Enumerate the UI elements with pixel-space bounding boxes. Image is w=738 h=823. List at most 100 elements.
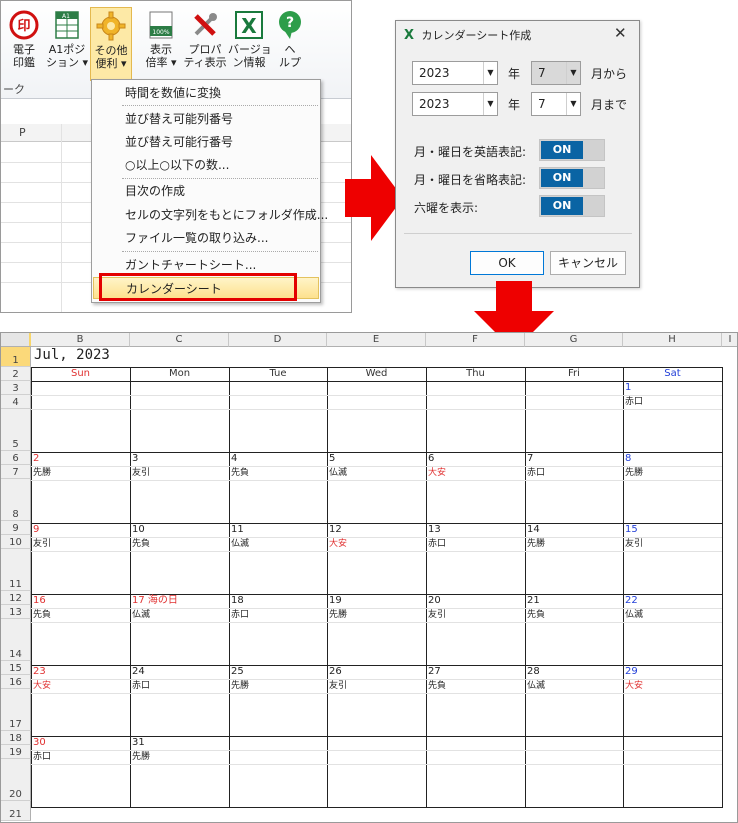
- row-header-4[interactable]: 4: [1, 395, 31, 409]
- row-header-17[interactable]: 17: [1, 689, 31, 731]
- row-header-19[interactable]: 19: [1, 745, 31, 759]
- row-header-21[interactable]: 21: [1, 801, 31, 821]
- calendar-date[interactable]: 12: [329, 524, 342, 536]
- calendar-date[interactable]: 26: [329, 666, 342, 678]
- row-header-7[interactable]: 7: [1, 465, 31, 479]
- row-header-8[interactable]: 8: [1, 479, 31, 521]
- calendar-date[interactable]: 6: [428, 453, 434, 465]
- zoom-button[interactable]: 100% 表示 倍率 ▾: [141, 7, 181, 81]
- calendar-date[interactable]: 17 海の日: [132, 595, 178, 607]
- calendar-date[interactable]: 28: [527, 666, 540, 678]
- calendar-date[interactable]: 14: [527, 524, 540, 536]
- calendar-date[interactable]: 15: [625, 524, 638, 536]
- row-header-2[interactable]: 2: [1, 367, 31, 381]
- end-year-select[interactable]: 2023 ▼: [412, 92, 498, 116]
- calendar-date[interactable]: 5: [329, 453, 335, 465]
- rokuyo-label: 友引: [132, 468, 151, 478]
- start-month-select[interactable]: 7 ▼: [531, 61, 581, 85]
- calendar-date[interactable]: 18: [231, 595, 244, 607]
- menu-item-time-to-number[interactable]: 時間を数値に変換: [93, 82, 319, 104]
- row-header-20[interactable]: 20: [1, 759, 31, 801]
- calendar-date[interactable]: 10: [132, 524, 145, 536]
- rokuyo-label: 大安: [33, 681, 52, 691]
- version-button[interactable]: X バージョ ン情報: [228, 7, 272, 81]
- row-header-1[interactable]: 1: [1, 347, 31, 367]
- property-label-1: プロパ: [188, 43, 222, 56]
- calendar-date[interactable]: 16: [33, 595, 46, 607]
- calendar-date[interactable]: 13: [428, 524, 441, 536]
- calendar-date[interactable]: 21: [527, 595, 540, 607]
- row-header-13[interactable]: 13: [1, 605, 31, 619]
- row-header-11[interactable]: 11: [1, 549, 31, 591]
- calendar-date[interactable]: 3: [132, 453, 138, 465]
- column-header-g[interactable]: G: [525, 333, 623, 347]
- row-header-5[interactable]: 5: [1, 409, 31, 451]
- to-label: 月まで: [591, 98, 628, 112]
- menu-item-sortable-row-number[interactable]: 並び替え可能行番号: [93, 131, 319, 153]
- svg-text:印: 印: [17, 19, 30, 34]
- calendar-date[interactable]: 11: [231, 524, 244, 536]
- version-label-2: ン情報: [232, 56, 266, 69]
- calendar-date[interactable]: 22: [625, 595, 638, 607]
- menu-item-create-folders[interactable]: セルの文字列をもとにフォルダ作成...: [93, 204, 328, 226]
- rokuyo-label: 大安: [329, 539, 348, 549]
- calendar-date[interactable]: 9: [33, 524, 39, 536]
- menu-item-create-toc[interactable]: 目次の作成: [93, 180, 319, 202]
- column-header-d[interactable]: D: [229, 333, 327, 347]
- calendar-date[interactable]: 20: [428, 595, 441, 607]
- menu-item-range-count[interactable]: ○以上○以下の数...: [93, 154, 319, 176]
- weekday-wed: Wed: [365, 368, 388, 379]
- close-icon[interactable]: ✕: [614, 24, 627, 42]
- english-notation-toggle[interactable]: ON: [539, 139, 605, 161]
- calendar-date[interactable]: 2: [33, 453, 39, 465]
- calendar-date[interactable]: 19: [329, 595, 342, 607]
- calendar-date[interactable]: 27: [428, 666, 441, 678]
- calendar-date[interactable]: 24: [132, 666, 145, 678]
- calendar-date[interactable]: 1: [625, 382, 631, 394]
- cell-gridline: [31, 480, 722, 481]
- ok-button[interactable]: OK: [470, 251, 544, 275]
- column-header-i[interactable]: I: [722, 333, 737, 347]
- row-header-16[interactable]: 16: [1, 675, 31, 689]
- end-month-select[interactable]: 7 ▼: [531, 92, 581, 116]
- start-year-select[interactable]: 2023 ▼: [412, 61, 498, 85]
- calendar-date[interactable]: 7: [527, 453, 533, 465]
- select-all-corner[interactable]: [1, 333, 31, 347]
- rokuyo-toggle[interactable]: ON: [539, 195, 605, 217]
- column-header-h[interactable]: H: [623, 333, 722, 347]
- calendar-date[interactable]: 30: [33, 737, 46, 749]
- misc-label-1: その他: [94, 44, 128, 57]
- column-header-c[interactable]: C: [130, 333, 229, 347]
- abbreviation-toggle[interactable]: ON: [539, 167, 605, 189]
- rokuyo-label: 先勝: [132, 752, 151, 762]
- stamp-button[interactable]: 印 電子 印鑑: [7, 7, 41, 81]
- calendar-date[interactable]: 25: [231, 666, 244, 678]
- calendar-date[interactable]: 23: [33, 666, 46, 678]
- calendar-date[interactable]: 4: [231, 453, 237, 465]
- rokuyo-label: 仏滅: [231, 539, 250, 549]
- a1-position-button[interactable]: A1 A1ポジ ション ▾: [45, 7, 89, 81]
- column-header-e[interactable]: E: [327, 333, 426, 347]
- column-header-b[interactable]: B: [31, 333, 130, 347]
- rokuyo-label: 先勝: [527, 539, 546, 549]
- cancel-button[interactable]: キャンセル: [550, 251, 626, 275]
- row-header-6[interactable]: 6: [1, 451, 31, 465]
- calendar-date[interactable]: 31: [132, 737, 145, 749]
- tools-icon: [194, 13, 217, 36]
- row-header-9[interactable]: 9: [1, 521, 31, 535]
- calendar-date[interactable]: 29: [625, 666, 638, 678]
- menu-item-sortable-column-number[interactable]: 並び替え可能列番号: [93, 108, 319, 130]
- row-header-15[interactable]: 15: [1, 661, 31, 675]
- property-button[interactable]: プロパ ティ表示: [183, 7, 227, 81]
- menu-item-import-file-list[interactable]: ファイル一覧の取り込み...: [93, 227, 319, 249]
- row-header-12[interactable]: 12: [1, 591, 31, 605]
- row-header-14[interactable]: 14: [1, 619, 31, 661]
- row-header-18[interactable]: 18: [1, 731, 31, 745]
- column-header-f[interactable]: F: [426, 333, 525, 347]
- help-button[interactable]: ? ヘ ルプ: [273, 7, 307, 81]
- misc-utilities-button[interactable]: その他 便利 ▾: [90, 7, 132, 81]
- toggle-on-label: ON: [541, 197, 583, 215]
- calendar-date[interactable]: 8: [625, 453, 631, 465]
- row-header-3[interactable]: 3: [1, 381, 31, 395]
- row-header-10[interactable]: 10: [1, 535, 31, 549]
